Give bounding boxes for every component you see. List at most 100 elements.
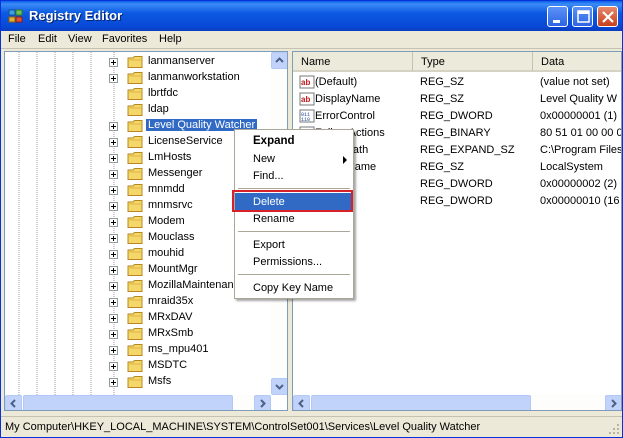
tree-node[interactable]: Msfs (5, 374, 273, 390)
expand-plus-icon[interactable] (109, 122, 118, 131)
tree-node[interactable]: LicenseService (5, 134, 273, 150)
tree-node[interactable]: mraid35x (5, 294, 273, 310)
ctx-expand[interactable]: Expand (235, 132, 353, 150)
value-name: ErrorControl (315, 110, 375, 122)
tree-horizontal-scrollbar[interactable] (5, 395, 271, 410)
tree-node-label: MRxSmb (148, 327, 194, 339)
chevron-down-icon (275, 384, 284, 390)
menu-view[interactable]: View (68, 33, 92, 45)
menu-edit[interactable]: Edit (38, 33, 57, 45)
folder-icon (127, 104, 143, 116)
ctx-separator (238, 188, 350, 189)
value-type: REG_DWORD (420, 195, 493, 207)
expand-plus-icon[interactable] (109, 74, 118, 83)
ctx-rename[interactable]: Rename (235, 210, 353, 228)
value-row[interactable]: 011 110 ErrorControl REG_DWORD 0x00000001 (1… (293, 108, 621, 125)
ctx-find[interactable]: Find... (235, 167, 353, 185)
menu-favorites[interactable]: Favorites (102, 33, 147, 45)
value-data: 0x00000001 (1) (540, 110, 618, 122)
title-bar[interactable]: Registry Editor (1, 1, 622, 31)
expand-plus-icon[interactable] (109, 314, 118, 323)
tree-node-label: Msfs (148, 375, 172, 387)
svg-text:110: 110 (301, 117, 310, 123)
values-horizontal-scrollbar[interactable] (293, 395, 621, 410)
tree-node[interactable]: MountMgr (5, 262, 273, 278)
expand-plus-icon[interactable] (109, 250, 118, 259)
tree-node[interactable]: Mouclass (5, 230, 273, 246)
expand-plus-icon[interactable] (109, 202, 118, 211)
tree-node[interactable]: Messenger (5, 166, 273, 182)
value-data: (value not set) (540, 76, 610, 88)
tree-node[interactable]: lbrtfdc (5, 86, 273, 102)
folder-icon (127, 200, 143, 212)
tree-node[interactable]: MRxDAV (5, 310, 273, 326)
value-type: REG_BINARY (420, 127, 491, 139)
ctx-copy-key-name[interactable]: Copy Key Name (235, 279, 353, 297)
folder-icon (127, 136, 143, 148)
tree-node[interactable]: lanmanworkstation (5, 70, 273, 86)
tree-node[interactable]: ms_mpu401 (5, 342, 273, 358)
tree-node[interactable]: lanmanserver (5, 54, 273, 70)
folder-icon (127, 168, 143, 180)
ctx-new[interactable]: New (235, 150, 353, 168)
values-scroll-right-button[interactable] (605, 395, 621, 410)
value-type: REG_DWORD (420, 178, 493, 190)
expand-plus-icon[interactable] (109, 298, 118, 307)
svg-text:ab: ab (301, 78, 310, 87)
folder-icon (127, 184, 143, 196)
tree-node[interactable]: MSDTC (5, 358, 273, 374)
tree-node-label: mouhid (148, 247, 185, 259)
expand-plus-icon[interactable] (109, 154, 118, 163)
values-hscroll-thumb[interactable] (311, 395, 531, 410)
resize-grip-icon[interactable] (608, 423, 620, 435)
chevron-up-icon (275, 57, 284, 63)
column-header-name[interactable]: Name (293, 52, 413, 72)
tree-node-label: mnmdd (148, 183, 185, 195)
expand-plus-icon[interactable] (109, 138, 118, 147)
values-scroll-left-button[interactable] (293, 395, 310, 410)
tree-node-label: lanmanserver (148, 55, 215, 67)
context-menu: Expand New Find... Delete Rename Export … (234, 129, 354, 299)
expand-plus-icon[interactable] (109, 346, 118, 355)
expand-plus-icon[interactable] (109, 266, 118, 275)
expand-plus-icon[interactable] (109, 170, 118, 179)
value-row[interactable]: ab (Default) REG_SZ (value not set) (293, 74, 621, 91)
tree-node[interactable]: MRxSmb (5, 326, 273, 342)
value-data: 0x00000010 (16 (540, 195, 620, 207)
maximize-icon (577, 10, 590, 23)
tree-node[interactable]: LmHosts (5, 150, 273, 166)
tree-scroll-left-button[interactable] (5, 395, 22, 410)
minimize-button[interactable] (547, 6, 568, 27)
menu-file[interactable]: File (8, 33, 26, 45)
expand-plus-icon[interactable] (109, 58, 118, 67)
expand-plus-icon[interactable] (109, 330, 118, 339)
menu-help[interactable]: Help (159, 33, 182, 45)
tree-node[interactable]: mouhid (5, 246, 273, 262)
value-row[interactable]: ab DisplayName REG_SZ Level Quality W (293, 91, 621, 108)
tree-node-label: Mouclass (148, 231, 195, 243)
tree-node[interactable]: MozillaMaintenance (5, 278, 273, 294)
value-type: REG_SZ (420, 76, 465, 88)
tree-scroll-up-button[interactable] (271, 52, 287, 69)
tree-hscroll-thumb[interactable] (23, 395, 233, 410)
ctx-permissions[interactable]: Permissions... (235, 253, 353, 271)
tree-node[interactable]: Modem (5, 214, 273, 230)
expand-plus-icon[interactable] (109, 218, 118, 227)
maximize-button[interactable] (572, 6, 593, 27)
ctx-export[interactable]: Export (235, 236, 353, 254)
close-button[interactable] (597, 6, 618, 27)
tree-node[interactable]: Level Quality Watcher (5, 118, 273, 134)
expand-plus-icon[interactable] (109, 282, 118, 291)
tree-scroll-right-button[interactable] (254, 395, 271, 410)
folder-icon (127, 120, 143, 132)
expand-plus-icon[interactable] (109, 378, 118, 387)
folder-icon (127, 296, 143, 308)
tree-node[interactable]: ldap (5, 102, 273, 118)
column-header-data[interactable]: Data (533, 52, 621, 72)
expand-plus-icon[interactable] (109, 186, 118, 195)
column-header-type[interactable]: Type (413, 52, 533, 72)
expand-plus-icon[interactable] (109, 362, 118, 371)
expand-plus-icon[interactable] (109, 234, 118, 243)
tree-scroll-down-button[interactable] (271, 378, 287, 395)
folder-icon (127, 216, 143, 228)
